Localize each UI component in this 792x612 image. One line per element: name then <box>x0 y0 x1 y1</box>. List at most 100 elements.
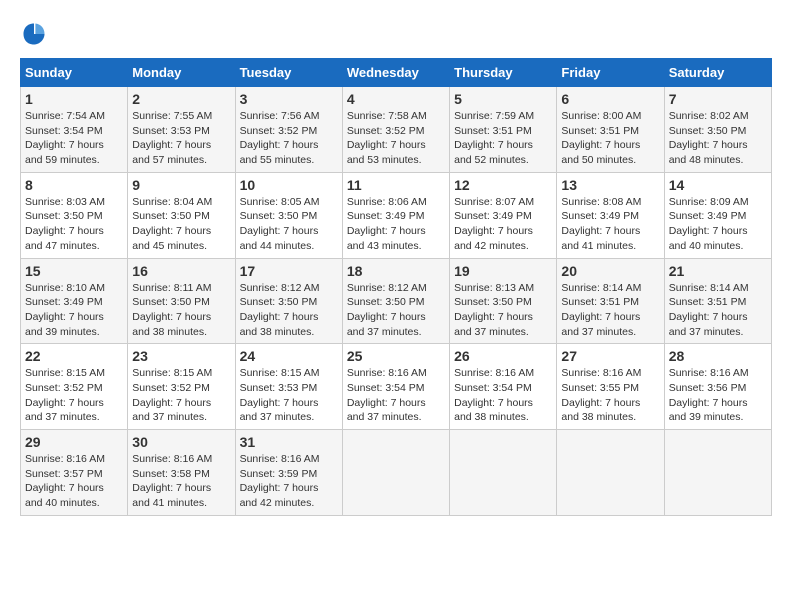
day-number: 6 <box>561 91 659 107</box>
day-number: 25 <box>347 348 445 364</box>
calendar-week-1: 1Sunrise: 7:54 AMSunset: 3:54 PMDaylight… <box>21 87 772 173</box>
day-number: 20 <box>561 263 659 279</box>
calendar-cell: 4Sunrise: 7:58 AMSunset: 3:52 PMDaylight… <box>342 87 449 173</box>
calendar-cell: 12 Sunrise: 8:07 AMSunset: 3:49 PMDayligh… <box>450 172 557 258</box>
day-info: Sunrise: 7:59 AMSunset: 3:51 PMDaylight:… <box>454 110 534 166</box>
day-info: Sunrise: 8:07 AMSunset: 3:49 PMDaylight:… <box>454 196 534 252</box>
calendar-cell: 22Sunrise: 8:15 AMSunset: 3:52 PMDayligh… <box>21 344 128 430</box>
day-number: 21 <box>669 263 767 279</box>
calendar-week-2: 8 Sunrise: 8:03 AMSunset: 3:50 PMDaylight… <box>21 172 772 258</box>
day-info: Sunrise: 8:14 AMSunset: 3:51 PMDaylight:… <box>669 282 749 338</box>
day-number: 13 <box>561 177 659 193</box>
day-number: 14 <box>669 177 767 193</box>
column-header-tuesday: Tuesday <box>235 59 342 87</box>
calendar-week-3: 15 Sunrise: 8:10 AMSunset: 3:49 PMDayligh… <box>21 258 772 344</box>
day-info: Sunrise: 8:08 AMSunset: 3:49 PMDaylight:… <box>561 196 641 252</box>
calendar-cell: 10Sunrise: 8:05 AMSunset: 3:50 PMDayligh… <box>235 172 342 258</box>
column-header-thursday: Thursday <box>450 59 557 87</box>
day-number: 28 <box>669 348 767 364</box>
day-info: Sunrise: 8:12 AMSunset: 3:50 PMDaylight:… <box>347 282 427 338</box>
day-number: 17 <box>240 263 338 279</box>
calendar-cell: 25 Sunrise: 8:16 AMSunset: 3:54 PMDayligh… <box>342 344 449 430</box>
day-info: Sunrise: 8:14 AMSunset: 3:51 PMDaylight:… <box>561 282 641 338</box>
column-header-saturday: Saturday <box>664 59 771 87</box>
day-number: 18 <box>347 263 445 279</box>
calendar-cell: 21 Sunrise: 8:14 AMSunset: 3:51 PMDayligh… <box>664 258 771 344</box>
day-info: Sunrise: 8:16 AMSunset: 3:56 PMDaylight:… <box>669 367 749 423</box>
day-number: 27 <box>561 348 659 364</box>
day-number: 30 <box>132 434 230 450</box>
day-info: Sunrise: 8:16 AMSunset: 3:54 PMDaylight:… <box>347 367 427 423</box>
calendar-cell: 17 Sunrise: 8:12 AMSunset: 3:50 PMDayligh… <box>235 258 342 344</box>
day-number: 3 <box>240 91 338 107</box>
day-number: 5 <box>454 91 552 107</box>
calendar-cell <box>342 430 449 516</box>
day-number: 4 <box>347 91 445 107</box>
day-info: Sunrise: 8:03 AMSunset: 3:50 PMDaylight:… <box>25 196 105 252</box>
calendar-cell <box>664 430 771 516</box>
calendar-cell <box>557 430 664 516</box>
day-number: 19 <box>454 263 552 279</box>
logo <box>20 20 52 48</box>
calendar-cell: 18 Sunrise: 8:12 AMSunset: 3:50 PMDayligh… <box>342 258 449 344</box>
column-header-monday: Monday <box>128 59 235 87</box>
calendar-cell: 9Sunrise: 8:04 AMSunset: 3:50 PMDaylight… <box>128 172 235 258</box>
calendar-cell: 29Sunrise: 8:16 AMSunset: 3:57 PMDayligh… <box>21 430 128 516</box>
calendar-cell: 15 Sunrise: 8:10 AMSunset: 3:49 PMDayligh… <box>21 258 128 344</box>
calendar-cell: 6 Sunrise: 8:00 AMSunset: 3:51 PMDaylight… <box>557 87 664 173</box>
day-info: Sunrise: 8:00 AMSunset: 3:51 PMDaylight:… <box>561 110 641 166</box>
day-number: 16 <box>132 263 230 279</box>
day-number: 7 <box>669 91 767 107</box>
header-row: SundayMondayTuesdayWednesdayThursdayFrid… <box>21 59 772 87</box>
day-info: Sunrise: 8:10 AMSunset: 3:49 PMDaylight:… <box>25 282 105 338</box>
day-number: 23 <box>132 348 230 364</box>
day-info: Sunrise: 8:13 AMSunset: 3:50 PMDaylight:… <box>454 282 534 338</box>
calendar-week-5: 29Sunrise: 8:16 AMSunset: 3:57 PMDayligh… <box>21 430 772 516</box>
day-number: 12 <box>454 177 552 193</box>
day-number: 11 <box>347 177 445 193</box>
column-header-wednesday: Wednesday <box>342 59 449 87</box>
calendar-week-4: 22Sunrise: 8:15 AMSunset: 3:52 PMDayligh… <box>21 344 772 430</box>
day-info: Sunrise: 8:16 AMSunset: 3:55 PMDaylight:… <box>561 367 641 423</box>
calendar-cell: 30 Sunrise: 8:16 AMSunset: 3:58 PMDayligh… <box>128 430 235 516</box>
day-number: 2 <box>132 91 230 107</box>
calendar-cell: 3 Sunrise: 7:56 AMSunset: 3:52 PMDaylight… <box>235 87 342 173</box>
calendar-cell: 31 Sunrise: 8:16 AMSunset: 3:59 PMDayligh… <box>235 430 342 516</box>
day-number: 26 <box>454 348 552 364</box>
day-info: Sunrise: 8:09 AMSunset: 3:49 PMDaylight:… <box>669 196 749 252</box>
calendar-cell <box>450 430 557 516</box>
column-header-friday: Friday <box>557 59 664 87</box>
day-info: Sunrise: 8:12 AMSunset: 3:50 PMDaylight:… <box>240 282 320 338</box>
header <box>20 20 772 48</box>
day-info: Sunrise: 8:15 AMSunset: 3:53 PMDaylight:… <box>240 367 320 423</box>
day-info: Sunrise: 7:54 AMSunset: 3:54 PMDaylight:… <box>25 110 105 166</box>
calendar-cell: 2 Sunrise: 7:55 AMSunset: 3:53 PMDaylight… <box>128 87 235 173</box>
day-number: 8 <box>25 177 123 193</box>
calendar-cell: 14 Sunrise: 8:09 AMSunset: 3:49 PMDayligh… <box>664 172 771 258</box>
calendar-cell: 26 Sunrise: 8:16 AMSunset: 3:54 PMDayligh… <box>450 344 557 430</box>
calendar-cell: 20 Sunrise: 8:14 AMSunset: 3:51 PMDayligh… <box>557 258 664 344</box>
day-info: Sunrise: 8:16 AMSunset: 3:54 PMDaylight:… <box>454 367 534 423</box>
day-info: Sunrise: 8:06 AMSunset: 3:49 PMDaylight:… <box>347 196 427 252</box>
calendar-header: SundayMondayTuesdayWednesdayThursdayFrid… <box>21 59 772 87</box>
calendar-cell: 7 Sunrise: 8:02 AMSunset: 3:50 PMDaylight… <box>664 87 771 173</box>
calendar-cell: 19 Sunrise: 8:13 AMSunset: 3:50 PMDayligh… <box>450 258 557 344</box>
day-info: Sunrise: 8:16 AMSunset: 3:59 PMDaylight:… <box>240 453 320 509</box>
day-number: 15 <box>25 263 123 279</box>
day-info: Sunrise: 8:16 AMSunset: 3:58 PMDaylight:… <box>132 453 212 509</box>
day-number: 9 <box>132 177 230 193</box>
day-number: 24 <box>240 348 338 364</box>
day-info: Sunrise: 7:55 AMSunset: 3:53 PMDaylight:… <box>132 110 212 166</box>
day-info: Sunrise: 8:02 AMSunset: 3:50 PMDaylight:… <box>669 110 749 166</box>
day-number: 29 <box>25 434 123 450</box>
day-info: Sunrise: 8:05 AMSunset: 3:50 PMDaylight:… <box>240 196 320 252</box>
day-number: 31 <box>240 434 338 450</box>
calendar-cell: 23Sunrise: 8:15 AMSunset: 3:52 PMDayligh… <box>128 344 235 430</box>
day-info: Sunrise: 7:56 AMSunset: 3:52 PMDaylight:… <box>240 110 320 166</box>
calendar-table: SundayMondayTuesdayWednesdayThursdayFrid… <box>20 58 772 516</box>
calendar-cell: 24 Sunrise: 8:15 AMSunset: 3:53 PMDayligh… <box>235 344 342 430</box>
calendar-cell: 11 Sunrise: 8:06 AMSunset: 3:49 PMDayligh… <box>342 172 449 258</box>
logo-icon <box>20 20 48 48</box>
calendar-cell: 13 Sunrise: 8:08 AMSunset: 3:49 PMDayligh… <box>557 172 664 258</box>
column-header-sunday: Sunday <box>21 59 128 87</box>
